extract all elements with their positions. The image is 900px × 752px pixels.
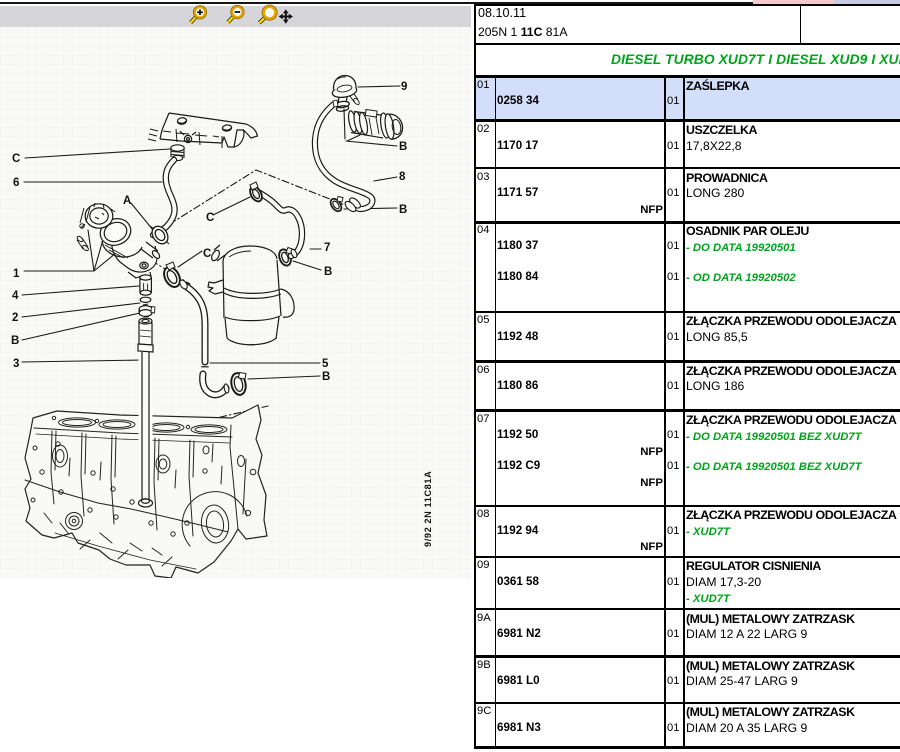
svg-text:9: 9 [401, 81, 407, 93]
svg-text:B: B [322, 371, 330, 383]
svg-text:4: 4 [12, 290, 19, 302]
svg-text:2: 2 [12, 312, 18, 324]
svg-text:C: C [203, 248, 211, 260]
svg-text:3: 3 [13, 358, 19, 370]
svg-text:8: 8 [399, 171, 406, 183]
svg-text:9/92 2N 11C81A: 9/92 2N 11C81A [423, 471, 433, 547]
svg-text:B: B [324, 266, 332, 278]
svg-text:1: 1 [13, 268, 20, 280]
svg-text:6: 6 [13, 177, 19, 189]
svg-text:B: B [399, 204, 407, 216]
svg-text:B: B [11, 335, 19, 347]
svg-text:C: C [12, 153, 20, 165]
svg-text:A: A [123, 195, 131, 207]
svg-text:B: B [399, 141, 407, 153]
svg-text:5: 5 [322, 358, 329, 370]
svg-text:C: C [206, 212, 214, 224]
svg-text:7: 7 [324, 242, 330, 254]
